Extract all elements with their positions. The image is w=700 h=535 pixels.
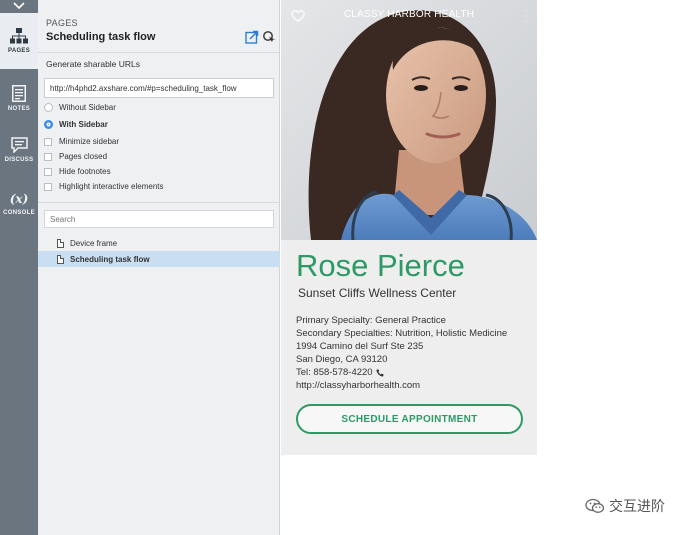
doctor-photo <box>281 0 537 240</box>
address-line-1: 1994 Camino del Surf Ste 235 <box>296 341 424 352</box>
doctor-name: Rose Pierce <box>296 248 465 283</box>
option-label: Hide footnotes <box>59 167 111 176</box>
rail-label-discuss: DISCUSS <box>4 157 34 163</box>
page-icon <box>57 254 64 264</box>
option-label: With Sidebar <box>59 120 108 129</box>
option-minimize-sidebar[interactable]: Minimize sidebar <box>44 135 119 148</box>
radio-button[interactable] <box>44 103 53 112</box>
phone-icon <box>376 369 383 377</box>
option-hide-footnotes[interactable]: Hide footnotes <box>44 165 111 178</box>
rail-label-notes: NOTES <box>7 105 31 112</box>
page-icon <box>57 238 64 248</box>
option-label: Without Sidebar <box>59 103 116 112</box>
radio-button-selected[interactable] <box>44 120 53 129</box>
chevron-down-icon <box>13 2 25 10</box>
doctor-profile-card: CLASSY HARBOR HEALTH Rose Pierce Sunset … <box>281 0 537 455</box>
phone-row[interactable]: Tel: 858-578-4220 <box>296 367 384 378</box>
discuss-icon <box>10 137 28 153</box>
console-icon: (x) <box>9 192 29 206</box>
page-item-device-frame[interactable]: Device frame <box>38 235 280 251</box>
more-options-icon[interactable] <box>524 9 528 23</box>
pages-panel: PAGES Scheduling task flow Generate shar… <box>38 0 280 535</box>
share-url-field[interactable]: http://h4phd2.axshare.com/#p=scheduling_… <box>44 78 274 98</box>
option-label: Pages closed <box>59 152 108 161</box>
option-with-sidebar[interactable]: With Sidebar <box>44 118 108 131</box>
option-pages-closed[interactable]: Pages closed <box>44 150 107 163</box>
rail-tab-console[interactable]: (x) CONSOLE <box>0 176 38 232</box>
rail-tab-notes[interactable]: NOTES <box>0 70 38 126</box>
page-item-label: Device frame <box>70 238 118 248</box>
checkbox[interactable] <box>44 137 52 146</box>
schedule-appointment-button[interactable]: SCHEDULE APPOINTMENT <box>296 404 523 434</box>
doctor-portrait-image <box>281 0 537 240</box>
primary-specialty: Primary Specialty: General Practice <box>296 315 446 326</box>
option-label: Highlight interactive elements <box>59 182 164 191</box>
option-highlight-interactive[interactable]: Highlight interactive elements <box>44 180 164 193</box>
wechat-logo-icon <box>585 498 605 513</box>
phone-number[interactable]: Tel: 858-578-4220 <box>296 367 373 378</box>
option-label: Minimize sidebar <box>59 137 120 146</box>
watermark: 交互进阶 <box>585 496 665 516</box>
search-input[interactable] <box>44 210 274 228</box>
checkbox[interactable] <box>44 152 52 161</box>
divider <box>38 52 280 53</box>
checkbox[interactable] <box>44 167 52 176</box>
left-rail: PAGES NOTES DISCUSS (x) CONSOLE <box>0 0 38 535</box>
checkbox[interactable] <box>44 182 52 191</box>
page-item-scheduling-task-flow[interactable]: Scheduling task flow <box>38 251 280 267</box>
share-urls-label: Generate sharable URLs <box>46 59 141 69</box>
notes-icon <box>12 84 26 102</box>
clinic-name: Sunset Cliffs Wellness Center <box>298 286 457 300</box>
option-without-sidebar[interactable]: Without Sidebar <box>44 101 116 114</box>
collapse-toggle[interactable] <box>0 0 38 12</box>
rail-tab-discuss[interactable]: DISCUSS <box>0 122 38 178</box>
rail-label-pages: PAGES <box>7 48 31 54</box>
inspect-icon[interactable] <box>262 30 276 44</box>
brand-name: CLASSY HARBOR HEALTH <box>343 9 475 20</box>
page-item-label: Scheduling task flow <box>70 254 150 264</box>
rail-label-console: CONSOLE <box>3 210 35 216</box>
rail-tab-pages[interactable]: PAGES <box>0 13 38 69</box>
watermark-text: 交互进阶 <box>609 499 665 515</box>
share-icon[interactable] <box>245 30 259 44</box>
page-title: Scheduling task flow <box>46 31 156 43</box>
panel-section-label: PAGES <box>46 18 78 28</box>
secondary-specialties: Secondary Specialties: Nutrition, Holist… <box>296 328 508 339</box>
sitemap-icon <box>10 28 28 44</box>
divider <box>38 202 280 203</box>
address-line-2: San Diego, CA 93120 <box>296 354 388 365</box>
website-link[interactable]: http://classyharborhealth.com <box>296 380 420 391</box>
